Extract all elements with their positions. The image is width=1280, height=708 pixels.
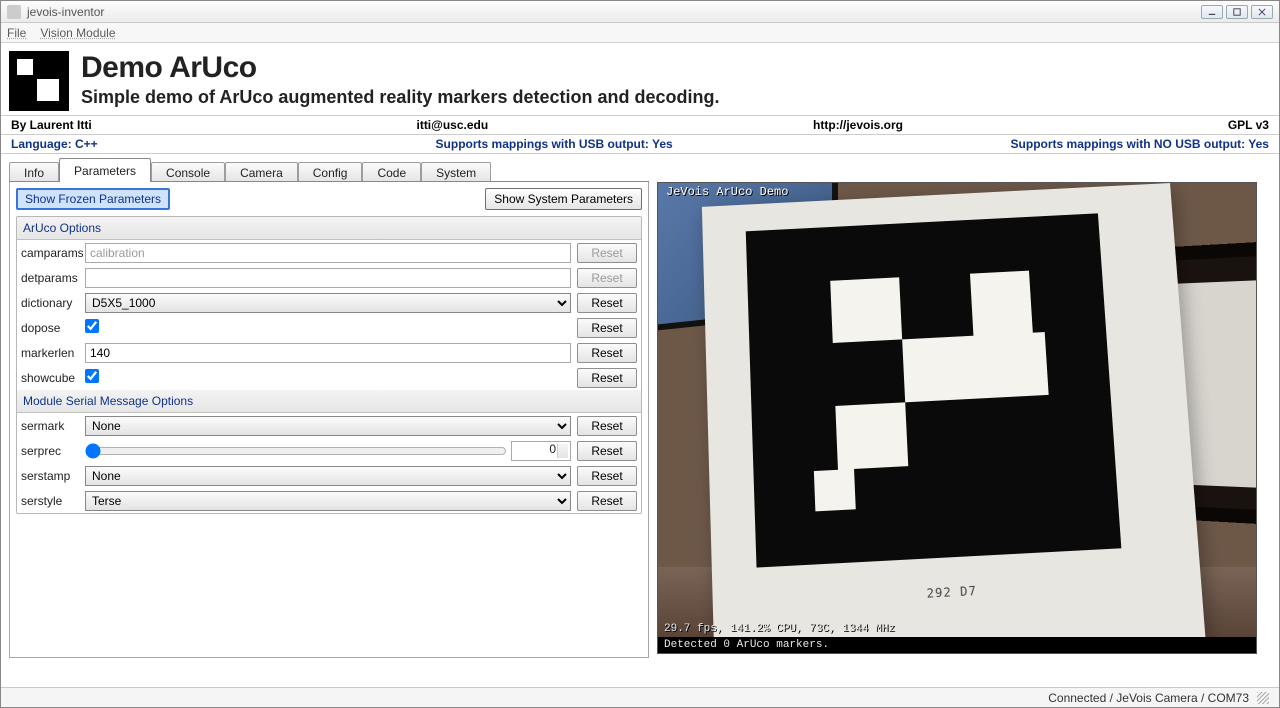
- select-serstyle[interactable]: Terse: [85, 491, 571, 511]
- module-logo-icon: [9, 51, 69, 111]
- maximize-button[interactable]: [1226, 5, 1248, 19]
- group-header-serial: Module Serial Message Options: [17, 390, 641, 413]
- email-label: itti@usc.edu: [416, 118, 488, 132]
- input-markerlen[interactable]: [85, 343, 571, 363]
- reset-detparams-button[interactable]: Reset: [577, 268, 637, 288]
- resize-grip-icon[interactable]: [1257, 692, 1269, 704]
- menu-file[interactable]: File: [7, 26, 26, 40]
- author-label: By Laurent Itti: [11, 118, 92, 132]
- label-camparams: camparams: [19, 246, 81, 260]
- camera-overlay-detected: Detected 0 ArUco markers.: [664, 639, 829, 651]
- tab-info[interactable]: Info: [9, 162, 59, 182]
- show-system-parameters-button[interactable]: Show System Parameters: [485, 188, 642, 210]
- tab-system[interactable]: System: [421, 162, 491, 182]
- reset-markerlen-button[interactable]: Reset: [577, 343, 637, 363]
- select-dictionary[interactable]: D5X5_1000: [85, 293, 571, 313]
- app-icon: [7, 5, 21, 19]
- menu-bar: File Vision Module: [1, 23, 1279, 43]
- aruco-marker-icon: [746, 213, 1122, 567]
- input-detparams[interactable]: [85, 268, 571, 288]
- left-panel: Info Parameters Console Camera Config Co…: [9, 158, 649, 658]
- menu-vision-module[interactable]: Vision Module: [40, 26, 115, 40]
- right-panel: 292 D7 JeVois ArUco Demo 29.7 fps, 141.2…: [657, 158, 1257, 658]
- slider-serprec[interactable]: [85, 443, 507, 459]
- url-label: http://jevois.org: [813, 118, 903, 132]
- tab-console[interactable]: Console: [151, 162, 225, 182]
- window-titlebar: jevois-inventor: [1, 1, 1279, 23]
- label-detparams: detparams: [19, 271, 81, 285]
- group-header-aruco: ArUco Options: [17, 217, 641, 240]
- reset-dictionary-button[interactable]: Reset: [577, 293, 637, 313]
- license-label: GPL v3: [1228, 118, 1269, 132]
- status-bar: Connected / JeVois Camera / COM73: [1, 687, 1279, 707]
- label-sermark: sermark: [19, 419, 81, 433]
- marker-board-label: 292 D7: [926, 584, 977, 601]
- reset-serprec-button[interactable]: Reset: [577, 441, 637, 461]
- info-bar-lang: Language: C++ Supports mappings with USB…: [1, 134, 1279, 153]
- input-camparams[interactable]: [85, 243, 571, 263]
- label-serprec: serprec: [19, 444, 81, 458]
- tab-config[interactable]: Config: [298, 162, 363, 182]
- status-text: Connected / JeVois Camera / COM73: [1048, 691, 1249, 705]
- label-markerlen: markerlen: [19, 346, 81, 360]
- reset-sermark-button[interactable]: Reset: [577, 416, 637, 436]
- tab-strip: Info Parameters Console Camera Config Co…: [9, 158, 649, 182]
- scene-marker-board: 292 D7: [702, 183, 1206, 654]
- parameters-panel: Show Frozen Parameters Show System Param…: [9, 182, 649, 658]
- tab-camera[interactable]: Camera: [225, 162, 298, 182]
- module-header: Demo ArUco Simple demo of ArUco augmente…: [1, 43, 1279, 115]
- content-area: Info Parameters Console Camera Config Co…: [1, 154, 1279, 666]
- tab-code[interactable]: Code: [362, 162, 421, 182]
- camera-overlay-stats: 29.7 fps, 141.2% CPU, 73C, 1344 MHz: [664, 623, 895, 635]
- reset-dopose-button[interactable]: Reset: [577, 318, 637, 338]
- label-dopose: dopose: [19, 321, 81, 335]
- language-label: Language: C++: [11, 137, 98, 151]
- label-showcube: showcube: [19, 371, 81, 385]
- reset-camparams-button[interactable]: Reset: [577, 243, 637, 263]
- minimize-button[interactable]: [1201, 5, 1223, 19]
- label-serstyle: serstyle: [19, 494, 81, 508]
- nousb-support-label: Supports mappings with NO USB output: Ye…: [1011, 137, 1269, 151]
- reset-serstyle-button[interactable]: Reset: [577, 491, 637, 511]
- label-dictionary: dictionary: [19, 296, 81, 310]
- select-sermark[interactable]: None: [85, 416, 571, 436]
- close-button[interactable]: [1251, 5, 1273, 19]
- checkbox-dopose[interactable]: [85, 319, 99, 333]
- select-serstamp[interactable]: None: [85, 466, 571, 486]
- tab-parameters[interactable]: Parameters: [59, 158, 151, 182]
- number-serprec[interactable]: 0: [511, 441, 571, 461]
- reset-serstamp-button[interactable]: Reset: [577, 466, 637, 486]
- info-bar-author: By Laurent Itti itti@usc.edu http://jevo…: [1, 115, 1279, 134]
- reset-showcube-button[interactable]: Reset: [577, 368, 637, 388]
- camera-overlay-title: JeVois ArUco Demo: [666, 185, 788, 199]
- module-subtitle: Simple demo of ArUco augmented reality m…: [81, 87, 719, 108]
- camera-view: 292 D7 JeVois ArUco Demo 29.7 fps, 141.2…: [657, 182, 1257, 654]
- window-title: jevois-inventor: [27, 5, 104, 19]
- label-serstamp: serstamp: [19, 469, 81, 483]
- show-frozen-parameters-button[interactable]: Show Frozen Parameters: [16, 188, 170, 210]
- module-title: Demo ArUco: [81, 51, 719, 85]
- checkbox-showcube[interactable]: [85, 369, 99, 383]
- usb-support-label: Supports mappings with USB output: Yes: [436, 137, 673, 151]
- group-aruco-options: ArUco Options camparams Reset detparams …: [16, 216, 642, 514]
